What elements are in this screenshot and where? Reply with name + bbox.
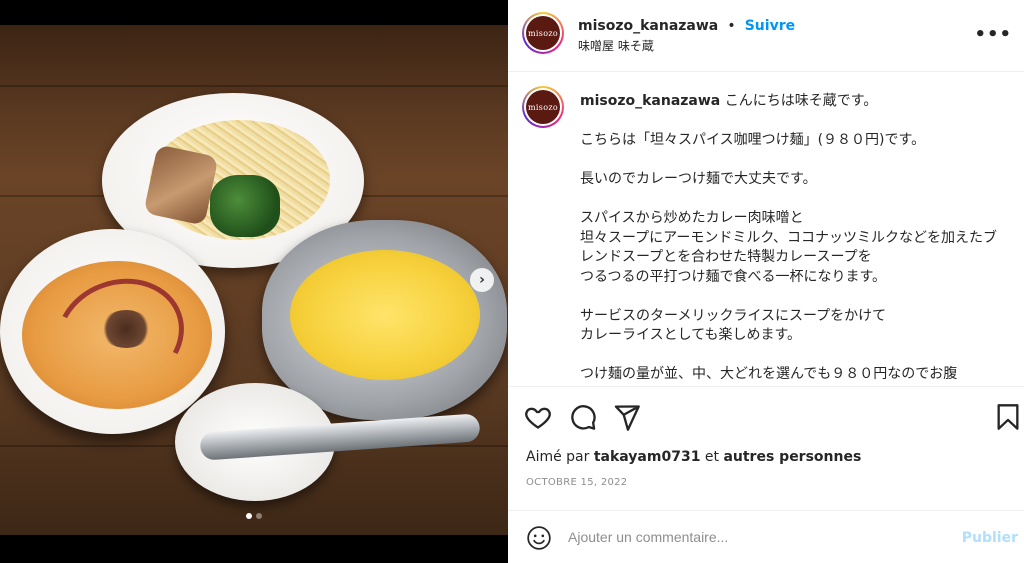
- wood-grain: [0, 85, 508, 87]
- avatar[interactable]: misozo: [522, 12, 564, 54]
- liker-username[interactable]: takayam0731: [594, 449, 701, 465]
- post-sidebar: misozo misozo_kanazawa • Suivre 味噌屋 味そ蔵 …: [508, 0, 1024, 563]
- post-photo: [0, 25, 508, 535]
- bookmark-icon[interactable]: [994, 403, 1022, 431]
- comment-input[interactable]: [568, 525, 948, 549]
- heart-icon[interactable]: [524, 403, 552, 431]
- header-title-row: misozo_kanazawa • Suivre: [578, 15, 795, 34]
- share-icon[interactable]: [613, 403, 641, 431]
- turmeric-rice: [290, 250, 480, 380]
- carousel-dot: [246, 513, 252, 519]
- greens: [210, 175, 280, 237]
- caption-username[interactable]: misozo_kanazawa: [580, 93, 720, 109]
- minced-meat: [100, 310, 152, 348]
- follow-button[interactable]: Suivre: [745, 18, 795, 34]
- likes-middle: et: [700, 449, 724, 465]
- avatar-ring: misozo: [524, 14, 562, 52]
- comment-icon[interactable]: [569, 403, 597, 431]
- avatar-logo: misozo: [526, 16, 560, 50]
- likes-line: Aimé par takayam0731 et autres personnes: [526, 449, 861, 465]
- separator-dot: •: [727, 18, 736, 34]
- likes-others-link[interactable]: autres personnes: [723, 449, 861, 465]
- caption-text: misozo_kanazawa こんにちは味そ蔵です。 こちらは「坦々スパイス咖…: [580, 92, 1010, 385]
- avatar-ring: misozo: [524, 88, 562, 126]
- likes-prefix: Aimé par: [526, 449, 594, 465]
- chevron-right-icon: ›: [479, 272, 485, 288]
- carousel-dots: [0, 513, 508, 519]
- comment-bar: Publier: [508, 510, 1024, 563]
- location-link[interactable]: 味噌屋 味そ蔵: [578, 37, 654, 54]
- post-media: ›: [0, 0, 508, 563]
- carousel-next-button[interactable]: ›: [470, 268, 494, 292]
- avatar-logo: misozo: [526, 90, 560, 124]
- post-header: misozo misozo_kanazawa • Suivre 味噌屋 味そ蔵 …: [508, 0, 1024, 72]
- caption-body: こんにちは味そ蔵です。 こちらは「坦々スパイス咖哩つけ麺」(９８０円)です。 長…: [580, 93, 998, 382]
- post-date: OCTOBRE 15, 2022: [526, 477, 628, 488]
- post-modal: › misozo misozo_kanazawa • Suivre 味噌屋 味そ…: [0, 0, 1024, 563]
- caption-avatar[interactable]: misozo: [522, 86, 564, 128]
- publish-button[interactable]: Publier: [962, 530, 1018, 546]
- username-link[interactable]: misozo_kanazawa: [578, 18, 718, 34]
- emoji-icon[interactable]: [526, 525, 552, 551]
- caption-area: misozo misozo_kanazawa こんにちは味そ蔵です。 こちらは「…: [508, 72, 1024, 386]
- more-options-icon[interactable]: •••: [974, 24, 1012, 45]
- carousel-dot: [256, 513, 262, 519]
